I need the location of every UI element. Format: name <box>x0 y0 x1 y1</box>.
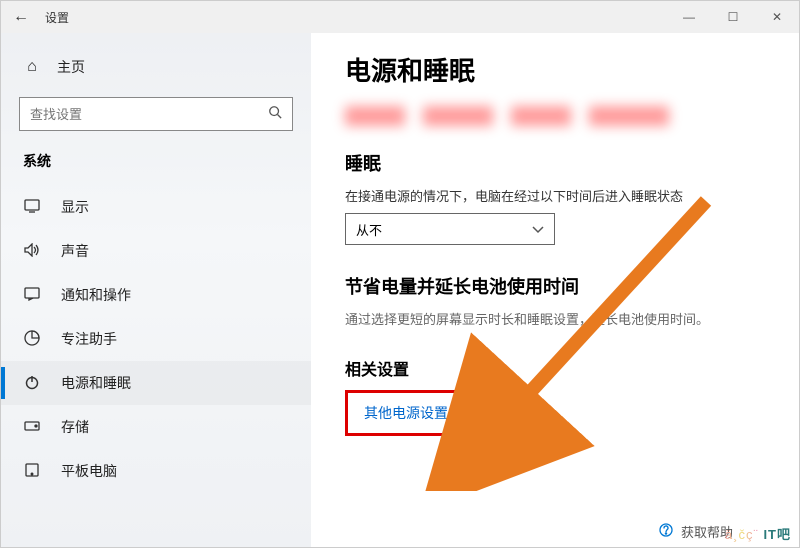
sidebar-item-tablet[interactable]: 平板电脑 <box>1 449 311 493</box>
tablet-icon <box>23 463 41 480</box>
power-icon <box>23 374 41 393</box>
sidebar-item-display[interactable]: 显示 <box>1 185 311 229</box>
sidebar-item-power[interactable]: 电源和睡眠 <box>1 361 311 405</box>
sidebar-item-label: 电源和睡眠 <box>61 373 131 393</box>
sound-icon <box>23 243 41 260</box>
sleep-heading: 睡眠 <box>345 150 771 176</box>
sidebar-item-storage[interactable]: 存储 <box>1 405 311 449</box>
page-title: 电源和睡眠 <box>345 51 771 88</box>
get-help-link[interactable]: 获取帮助 <box>659 522 733 541</box>
sleep-desc: 在接通电源的情况下，电脑在经过以下时间后进入睡眠状态 <box>345 186 771 205</box>
sidebar-section-label: 系统 <box>1 145 311 185</box>
sidebar-item-focus[interactable]: 专注助手 <box>1 317 311 361</box>
save-desc: 通过选择更短的屏幕显示时长和睡眠设置，延长电池使用时间。 <box>345 309 771 328</box>
display-icon <box>23 199 41 216</box>
sidebar-item-label: 显示 <box>61 197 89 217</box>
save-heading: 节省电量并延长电池使用时间 <box>345 273 771 299</box>
highlight-annotation: 其他电源设置 <box>345 390 467 436</box>
additional-power-link[interactable]: 其他电源设置 <box>364 405 448 421</box>
sidebar-item-label: 通知和操作 <box>61 285 131 305</box>
sidebar-item-label: 存储 <box>61 417 89 437</box>
sidebar-item-label: 声音 <box>61 241 89 261</box>
help-icon <box>659 523 673 540</box>
sleep-dropdown[interactable]: 从不 <box>345 213 555 245</box>
back-button[interactable]: ← <box>13 8 45 26</box>
sidebar-item-notifications[interactable]: 通知和操作 <box>1 273 311 317</box>
sidebar-item-sound[interactable]: 声音 <box>1 229 311 273</box>
window-title: 设置 <box>45 9 667 26</box>
close-button[interactable]: ✕ <box>755 1 799 33</box>
search-input[interactable] <box>30 107 268 122</box>
focus-icon <box>23 330 41 349</box>
home-icon: ⌂ <box>23 58 41 76</box>
chevron-down-icon <box>532 222 544 237</box>
minimize-button[interactable]: — <box>667 1 711 33</box>
home-label: 主页 <box>57 57 85 77</box>
watermark: ä¸čç¨ IT吧 <box>725 524 791 543</box>
search-icon <box>268 105 282 124</box>
sidebar-item-label: 专注助手 <box>61 329 117 349</box>
redacted-region <box>345 106 687 128</box>
sidebar-item-label: 平板电脑 <box>61 461 117 481</box>
sleep-value: 从不 <box>356 220 382 239</box>
related-heading: 相关设置 <box>345 356 771 380</box>
home-nav[interactable]: ⌂ 主页 <box>1 47 311 87</box>
search-input-wrap[interactable] <box>19 97 293 131</box>
storage-icon <box>23 419 41 435</box>
content-panel: 电源和睡眠 睡眠 在接通电源的情况下，电脑在经过以下时间后进入睡眠状态 从不 节… <box>311 33 799 547</box>
maximize-button[interactable]: ☐ <box>711 1 755 33</box>
notifications-icon <box>23 287 41 304</box>
sidebar: ⌂ 主页 系统 显示 <box>1 33 311 547</box>
